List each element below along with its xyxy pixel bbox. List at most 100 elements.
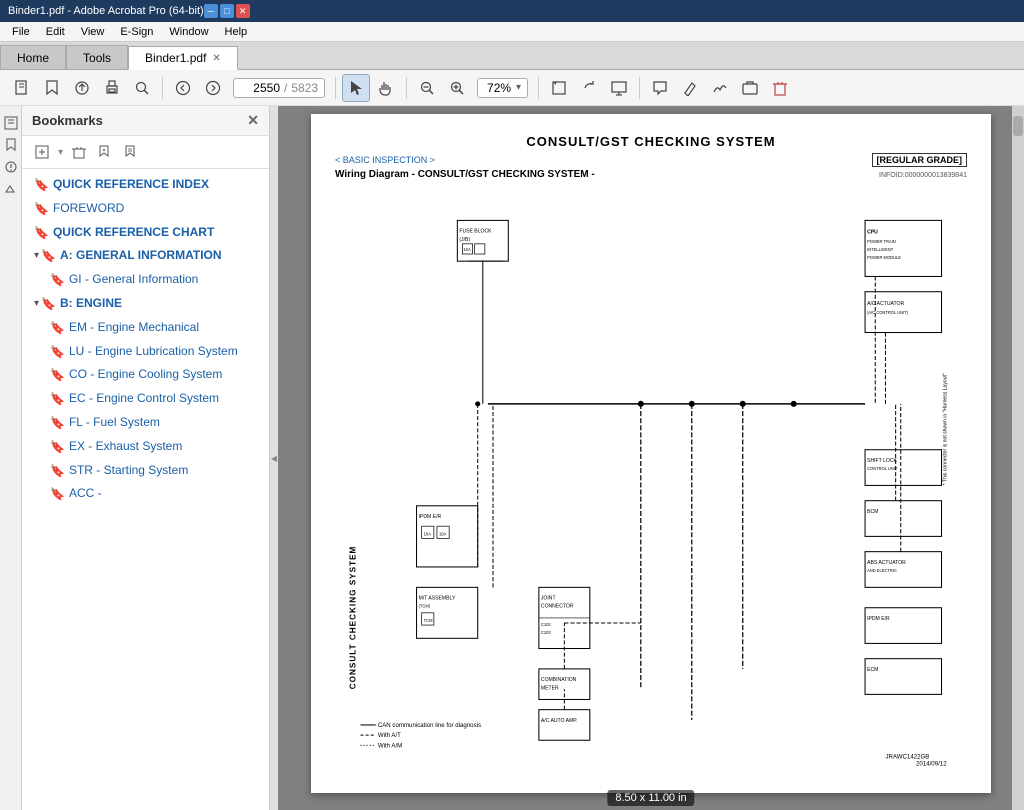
bookmark-fl[interactable]: 🔖 FL - Fuel System: [22, 411, 269, 435]
pdf-area: CONSULT/GST CHECKING SYSTEM < BASIC INSP…: [278, 106, 1024, 810]
upload-button[interactable]: [68, 74, 96, 102]
bookmark-ec[interactable]: 🔖 EC - Engine Control System: [22, 387, 269, 411]
bookmark-b[interactable]: ▾ 🔖 B: ENGINE: [22, 292, 269, 316]
svg-text:C102: C102: [541, 622, 551, 627]
bookmark-lu[interactable]: 🔖 LU - Engine Lubrication System: [22, 340, 269, 364]
sign-button[interactable]: [706, 74, 734, 102]
bookmark-icon-fw: 🔖: [34, 201, 49, 218]
toolbar-separator-4: [538, 77, 539, 99]
select-tool-button[interactable]: [342, 74, 370, 102]
resize-handle[interactable]: [270, 106, 278, 810]
sidebar-props-btn[interactable]: [119, 140, 143, 164]
vertical-scrollbar[interactable]: [1012, 106, 1024, 810]
menu-view[interactable]: View: [73, 22, 113, 41]
bookmark-gi[interactable]: 🔖 GI - General Information: [22, 268, 269, 292]
maximize-button[interactable]: □: [220, 4, 234, 18]
search-button[interactable]: [128, 74, 156, 102]
svg-text:SHIFT LOCK: SHIFT LOCK: [867, 458, 897, 464]
svg-text:AND ELECTRIC: AND ELECTRIC: [867, 568, 897, 573]
svg-text:CPU: CPU: [867, 230, 878, 236]
close-button[interactable]: ✕: [236, 4, 250, 18]
svg-text:With A/T: With A/T: [378, 732, 401, 739]
left-panel-btn-3[interactable]: [2, 158, 20, 176]
bookmark-str[interactable]: 🔖 STR - Starting System: [22, 459, 269, 483]
print-button[interactable]: [98, 74, 126, 102]
bookmark-em[interactable]: 🔖 EM - Engine Mechanical: [22, 316, 269, 340]
new-button[interactable]: [8, 74, 36, 102]
sidebar-delete-btn[interactable]: [67, 140, 91, 164]
tab-tools[interactable]: Tools: [66, 45, 128, 69]
page-separator: /: [284, 81, 287, 95]
bookmark-icon-lu: 🔖: [50, 344, 65, 361]
svg-text:ABS ACTUATOR: ABS ACTUATOR: [867, 560, 906, 566]
bookmark-icon-str: 🔖: [50, 463, 65, 480]
svg-text:JRAWC1422GB: JRAWC1422GB: [885, 754, 929, 761]
scrollbar-thumb[interactable]: [1013, 116, 1023, 136]
diagram-grade: [REGULAR GRADE]: [872, 153, 968, 167]
expand-icon-a[interactable]: ▾: [34, 249, 39, 263]
bookmark-ex[interactable]: 🔖 EX - Exhaust System: [22, 435, 269, 459]
sidebar-expand-btn[interactable]: [30, 140, 54, 164]
wiring-diagram: CONSULT CHECKING SYSTEM CAN communicatio…: [335, 200, 967, 771]
tab-home[interactable]: Home: [0, 45, 66, 69]
tab-close-icon[interactable]: ✕: [212, 53, 220, 64]
menu-bar: File Edit View E-Sign Window Help: [0, 22, 1024, 42]
bookmark-qri[interactable]: 🔖 QUICK REFERENCE INDEX: [22, 173, 269, 197]
diagram-nav: < BASIC INSPECTION > [REGULAR GRADE]: [335, 153, 967, 167]
comment-button[interactable]: [646, 74, 674, 102]
menu-esign[interactable]: E-Sign: [112, 22, 161, 41]
bookmark-acc[interactable]: 🔖 ACC -: [22, 482, 269, 506]
bookmark-co-label: CO - Engine Cooling System: [69, 366, 261, 383]
page-number-input[interactable]: [240, 81, 280, 95]
bookmark-icon-acc: 🔖: [50, 486, 65, 503]
svg-text:IPDM E/R: IPDM E/R: [867, 616, 890, 622]
menu-edit[interactable]: Edit: [38, 22, 73, 41]
bookmark-acc-label: ACC -: [69, 485, 261, 502]
bookmark-ex-label: EX - Exhaust System: [69, 438, 261, 455]
menu-file[interactable]: File: [4, 22, 38, 41]
main-area: Bookmarks ✕ ▾ 🔖 QUICK REFERENCE INDEX: [0, 106, 1024, 810]
app-title: Binder1.pdf - Adobe Acrobat Pro (64-bit): [8, 5, 204, 17]
rotate-button[interactable]: [575, 74, 603, 102]
presentation-button[interactable]: [605, 74, 633, 102]
diagram-ref: INFOID:0000000013839841: [879, 172, 967, 179]
sidebar-close-button[interactable]: ✕: [247, 112, 259, 129]
diagram-subtitle-row: Wiring Diagram - CONSULT/GST CHECKING SY…: [335, 169, 967, 188]
menu-help[interactable]: Help: [217, 22, 256, 41]
left-panel-btn-1[interactable]: [2, 114, 20, 132]
left-panel-btn-2[interactable]: [2, 136, 20, 154]
svg-text:10A: 10A: [463, 247, 471, 252]
tab-binder-label: Binder1.pdf: [145, 51, 206, 65]
bookmark-co[interactable]: 🔖 CO - Engine Cooling System: [22, 363, 269, 387]
svg-text:CONTROL UNIT: CONTROL UNIT: [867, 466, 898, 471]
bookmark-button[interactable]: [38, 74, 66, 102]
minimize-button[interactable]: ─: [204, 4, 218, 18]
draw-button[interactable]: [676, 74, 704, 102]
svg-text:* This connector is not shown: * This connector is not shown in "Harnes…: [943, 373, 949, 485]
left-panel-btn-4[interactable]: [2, 180, 20, 198]
hand-tool-button[interactable]: [372, 74, 400, 102]
next-page-button[interactable]: [199, 74, 227, 102]
toolbar-separator-3: [406, 77, 407, 99]
toolbar-separator-1: [162, 77, 163, 99]
delete-button[interactable]: [766, 74, 794, 102]
sidebar-add-btn[interactable]: [93, 140, 117, 164]
svg-text:CONSULT CHECKING SYSTEM: CONSULT CHECKING SYSTEM: [348, 546, 357, 690]
sidebar-toolbar: ▾: [22, 136, 269, 169]
tab-binder[interactable]: Binder1.pdf ✕: [128, 46, 238, 70]
share-button[interactable]: [736, 74, 764, 102]
bookmark-a[interactable]: ▾ 🔖 A: GENERAL INFORMATION: [22, 244, 269, 268]
svg-text:TCM: TCM: [424, 618, 433, 623]
fit-page-button[interactable]: [545, 74, 573, 102]
tab-bar: Home Tools Binder1.pdf ✕: [0, 42, 1024, 70]
expand-icon-b[interactable]: ▾: [34, 297, 39, 311]
zoom-out-button[interactable]: [413, 74, 441, 102]
diagram-subtitle: Wiring Diagram - CONSULT/GST CHECKING SY…: [335, 169, 595, 180]
prev-page-button[interactable]: [169, 74, 197, 102]
menu-window[interactable]: Window: [161, 22, 216, 41]
bookmark-fw[interactable]: 🔖 FOREWORD: [22, 197, 269, 221]
window-controls: ─ □ ✕: [204, 4, 250, 18]
zoom-in-button[interactable]: [443, 74, 471, 102]
zoom-dropdown-icon[interactable]: ▾: [516, 82, 521, 93]
bookmark-qrc[interactable]: 🔖 QUICK REFERENCE CHART: [22, 221, 269, 245]
